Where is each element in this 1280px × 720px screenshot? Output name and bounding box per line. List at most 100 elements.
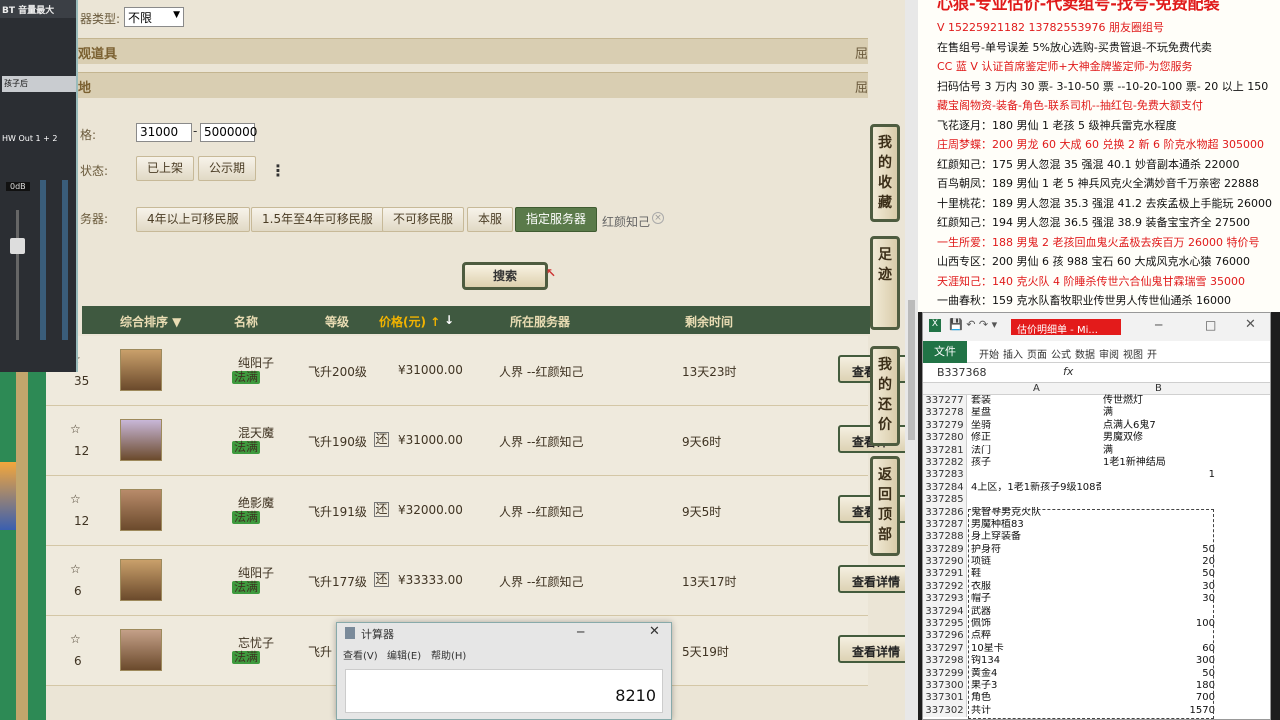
- col-b[interactable]: B: [1155, 383, 1162, 394]
- favorite-star-icon[interactable]: ☆: [70, 632, 81, 646]
- row-number[interactable]: 337278: [923, 407, 967, 420]
- sheet-row[interactable]: 337277 套装 传世燃灯: [923, 395, 1270, 408]
- status-listed-button[interactable]: 已上架: [136, 156, 195, 181]
- close-icon[interactable]: ✕: [1245, 317, 1256, 332]
- name-box[interactable]: B337368: [937, 366, 987, 379]
- ribbon-tab-7[interactable]: 视图: [1123, 346, 1143, 361]
- col-sort[interactable]: 综合排序 ▼: [120, 313, 181, 330]
- filter-section-map[interactable]: 地屈: [46, 72, 868, 98]
- maximize-icon[interactable]: □: [1205, 318, 1216, 332]
- ribbon-tab-4[interactable]: 公式: [1051, 346, 1071, 361]
- favorite-star-icon[interactable]: ☆: [70, 562, 81, 576]
- server-opt-this[interactable]: 本服: [467, 207, 514, 232]
- sheet-row[interactable]: 337278 星盘满: [923, 407, 1270, 420]
- sheet-row[interactable]: 337283 1: [923, 469, 1270, 482]
- row-number[interactable]: 337289: [923, 543, 967, 557]
- role-name[interactable]: 忘忧子: [228, 634, 284, 651]
- sheet-row[interactable]: 337279 坐骑 点满人6鬼7: [923, 419, 1270, 433]
- avatar[interactable]: [120, 559, 162, 601]
- view-detail-button[interactable]: 查看详情: [838, 635, 905, 663]
- fx-icon[interactable]: fx: [1063, 365, 1073, 378]
- status-public-button[interactable]: 公示期: [198, 156, 257, 181]
- ribbon-tab-6[interactable]: 审阅: [1099, 346, 1119, 361]
- server-opt-1-5yr[interactable]: 1.5年至4年可移民服: [251, 207, 384, 232]
- row-number[interactable]: 337300: [923, 679, 967, 693]
- ribbon-tab-1[interactable]: 开始: [979, 346, 999, 361]
- history-button[interactable]: 足迹: [870, 236, 900, 330]
- view-detail-button[interactable]: 查看详情: [838, 565, 905, 593]
- row-number[interactable]: 337294: [923, 605, 967, 619]
- cell-a[interactable]: 星盘: [971, 407, 1101, 419]
- cell-a[interactable]: 坐骑: [971, 420, 1101, 432]
- sheet-row[interactable]: 337284 4上区，1老1新孩子9级108奇异石，传世燃灯，底子号: [923, 481, 1270, 495]
- cell-b[interactable]: 点满人6鬼7: [1103, 420, 1213, 432]
- desktop-app-icon[interactable]: [0, 462, 16, 530]
- cell-b[interactable]: 传世燃灯: [1103, 395, 1213, 407]
- row-number[interactable]: 337292: [923, 580, 967, 594]
- row-number[interactable]: 337301: [923, 692, 967, 705]
- avatar[interactable]: [120, 489, 162, 531]
- row-number[interactable]: 337281: [923, 444, 967, 457]
- price-min-input[interactable]: 31000: [136, 123, 192, 142]
- col-price[interactable]: 价格(元) ↑: [379, 313, 440, 330]
- avatar[interactable]: [120, 349, 162, 391]
- row-number[interactable]: 337285: [923, 494, 967, 507]
- col-a[interactable]: A: [1033, 383, 1040, 394]
- ribbon-tab-3[interactable]: 页面: [1027, 346, 1047, 361]
- sheet-row[interactable]: 337280 修正 男魔双修: [923, 432, 1270, 445]
- row-number[interactable]: 337279: [923, 419, 967, 433]
- row-number[interactable]: 337277: [923, 395, 967, 408]
- minimize-icon[interactable]: ─: [1155, 318, 1162, 332]
- cell-a[interactable]: 法门: [971, 445, 1101, 457]
- row-number[interactable]: 337293: [923, 593, 967, 606]
- cell-a[interactable]: 4上区，1老1新孩子9级108奇异石，传世燃灯，底子号: [971, 482, 1101, 494]
- avatar[interactable]: [120, 629, 162, 671]
- cell-b-number[interactable]: 1: [1103, 469, 1215, 481]
- ribbon-tab-0[interactable]: 文件: [923, 341, 967, 363]
- row-number[interactable]: 337283: [923, 469, 967, 482]
- sheet-row[interactable]: 337285: [923, 494, 1270, 507]
- cell-b[interactable]: 满: [1103, 445, 1213, 457]
- favorite-star-icon[interactable]: ☆: [70, 422, 81, 436]
- mix-slot[interactable]: 孩子后: [2, 76, 76, 92]
- row-number[interactable]: 337299: [923, 667, 967, 680]
- server-type-select[interactable]: 不限 ▼: [124, 7, 184, 27]
- row-number[interactable]: 337297: [923, 642, 967, 656]
- filter-section-items[interactable]: 观道具 屈: [46, 38, 868, 64]
- close-icon[interactable]: ✕: [649, 624, 660, 639]
- ribbon-tab-5[interactable]: 数据: [1075, 346, 1095, 361]
- row-number[interactable]: 337291: [923, 568, 967, 581]
- favorites-button[interactable]: 我的收藏: [870, 124, 900, 222]
- menu-help[interactable]: 帮助(H): [431, 647, 466, 662]
- sheet-row[interactable]: 337282 孩子 1老1新神结局: [923, 456, 1270, 470]
- row-number[interactable]: 337296: [923, 630, 967, 643]
- search-button[interactable]: 搜索: [462, 262, 548, 290]
- favorite-star-icon[interactable]: ☆: [70, 492, 81, 506]
- cell-a[interactable]: 修正: [971, 432, 1101, 444]
- role-name[interactable]: 纯阳子: [228, 564, 284, 581]
- row-number[interactable]: 337284: [923, 481, 967, 495]
- server-opt-no-migrate[interactable]: 不可移民服: [382, 207, 465, 232]
- cell-b[interactable]: 男魔双修: [1103, 432, 1213, 444]
- sheet-row[interactable]: 337281 法门满: [923, 444, 1270, 457]
- row-number[interactable]: 337295: [923, 618, 967, 631]
- sort-down-icon[interactable]: ↓: [444, 313, 454, 327]
- more-icon[interactable]: ⋮: [270, 161, 286, 180]
- scrollbar[interactable]: [905, 0, 918, 720]
- ribbon-tab-8[interactable]: 开: [1147, 346, 1157, 361]
- avatar[interactable]: [120, 419, 162, 461]
- menu-edit[interactable]: 编辑(E): [387, 647, 421, 662]
- cell-a[interactable]: 套装: [971, 395, 1101, 407]
- row-number[interactable]: 337286: [923, 506, 967, 519]
- price-max-input[interactable]: 5000000: [200, 123, 257, 142]
- ribbon-tab-2[interactable]: 插入: [1003, 346, 1023, 361]
- row-number[interactable]: 337287: [923, 518, 967, 532]
- row-number[interactable]: 337302: [923, 704, 967, 718]
- my-bargain-button[interactable]: 我的还价: [870, 346, 900, 446]
- close-icon[interactable]: ×: [652, 212, 664, 224]
- row-number[interactable]: 337290: [923, 556, 967, 569]
- fader-handle[interactable]: [10, 238, 25, 254]
- row-number[interactable]: 337282: [923, 456, 967, 470]
- role-name[interactable]: 绝影魔: [228, 494, 284, 511]
- server-opt-specified[interactable]: 指定服务器: [515, 207, 598, 232]
